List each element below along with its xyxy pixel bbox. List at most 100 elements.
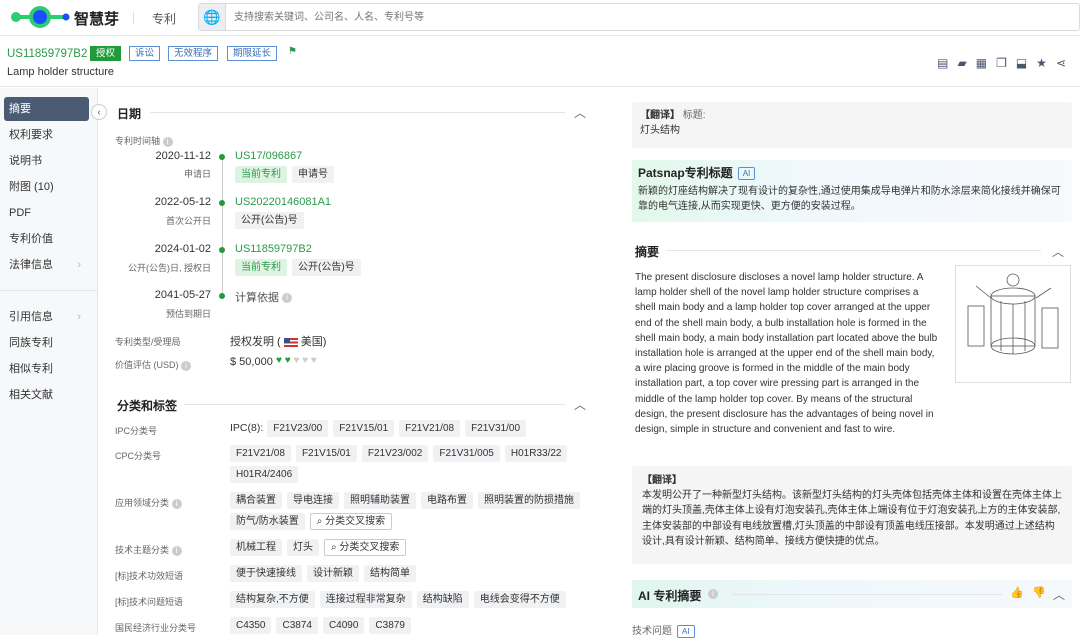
sidebar-item-abstract[interactable]: 摘要 bbox=[4, 97, 89, 121]
timeline-number[interactable]: US11859797B2 bbox=[235, 243, 312, 255]
translate-tag: 【翻译】 bbox=[640, 110, 680, 121]
patent-drawing-thumbnail[interactable] bbox=[955, 265, 1071, 383]
cpc-chip[interactable]: F21V31/005 bbox=[433, 445, 500, 462]
search-input[interactable] bbox=[226, 4, 1026, 30]
timeline-number[interactable]: US17/096867 bbox=[235, 150, 302, 162]
application-list: 耦合装置 导电连接 照明辅助装置 电路布置 照明装置的防损措施防气/防水装置 ⌕ 分类交叉… bbox=[230, 492, 590, 534]
collapse-icon[interactable]: ︿ bbox=[1052, 243, 1064, 260]
chip: 公开(公告)号 bbox=[292, 259, 361, 276]
cpc-chip[interactable]: F21V21/08 bbox=[230, 445, 291, 462]
ipc-chip[interactable]: F21V21/08 bbox=[399, 420, 461, 437]
info-icon[interactable]: i bbox=[162, 136, 173, 147]
thumbs-up-icon[interactable]: 👍 bbox=[1010, 586, 1024, 599]
copy-icon[interactable]: ❐ bbox=[996, 56, 1007, 70]
tag-chip[interactable]: 结构复杂,不方便 bbox=[230, 591, 315, 608]
timeline-date: 2041-05-27 bbox=[154, 289, 211, 301]
tag-chip[interactable]: 连接过程非常复杂 bbox=[319, 591, 412, 608]
tag-chip[interactable]: 结构简单 bbox=[364, 565, 416, 582]
sidebar-item-figures[interactable]: 附图 (10) bbox=[4, 175, 89, 199]
document-icon[interactable]: ▦ bbox=[976, 56, 987, 70]
search-bar: 🌐 bbox=[198, 3, 1080, 31]
tag-chip[interactable]: 电路布置 bbox=[421, 492, 473, 509]
sidebar-item-claims[interactable]: 权利要求 bbox=[4, 123, 89, 147]
timeline-desc: 申请日 bbox=[183, 169, 211, 179]
cpc-chip[interactable]: F21V15/01 bbox=[295, 445, 357, 462]
timeline-desc: 预估到期日 bbox=[165, 309, 211, 319]
pdf-download-icon[interactable]: ▤ bbox=[937, 56, 948, 70]
ipc-chip[interactable]: F21V23/00 bbox=[267, 420, 329, 437]
ai-summary-heading: AI 专利摘要 bbox=[638, 589, 702, 603]
application-label: 应用领域分类 i bbox=[115, 496, 182, 509]
cpc-chip[interactable]: F21V23/002 bbox=[361, 445, 429, 462]
thumbs-down-icon[interactable]: 👎 bbox=[1032, 586, 1046, 599]
person-icon[interactable]: ⚑ bbox=[288, 46, 297, 57]
patent-number[interactable]: US11859797B2 bbox=[7, 48, 87, 60]
cross-search-button[interactable]: ⌕ 分类交叉搜索 bbox=[309, 513, 393, 530]
sidebar-item-related[interactable]: 相关文献 bbox=[4, 383, 89, 407]
star-icon[interactable]: ★ bbox=[1036, 56, 1047, 70]
cpc-chip[interactable]: H01R4/2406 bbox=[230, 466, 299, 483]
collapse-icon[interactable]: ︿ bbox=[574, 396, 586, 413]
sidebar-item-value[interactable]: 专利价值 bbox=[4, 227, 89, 251]
tag-chip[interactable]: C3874 bbox=[276, 617, 318, 634]
sidebar-item-citations[interactable]: 引用信息 › bbox=[4, 305, 89, 329]
cpc-chip[interactable]: H01R33/22 bbox=[504, 445, 568, 462]
cpc-list: F21V21/08 F21V15/01 F21V23/002 F21V31/005 H0… bbox=[230, 445, 590, 487]
search-icon: ⌕ bbox=[331, 542, 337, 553]
sidebar-item-pdf[interactable]: PDF bbox=[4, 201, 89, 225]
divider bbox=[184, 404, 565, 405]
tag-chip[interactable]: 照明辅助装置 bbox=[344, 492, 416, 509]
tag-litigation[interactable]: 诉讼 bbox=[129, 46, 161, 61]
tag-invalidation[interactable]: 无效程序 bbox=[168, 46, 219, 61]
info-icon[interactable]: i bbox=[181, 360, 192, 371]
tag-chip[interactable]: 照明装置的防损措施 bbox=[478, 492, 580, 509]
patsnap-title-box: Patsnap专利标题 AI 新颖的灯座结构解决了现有设计的复杂性,通过使用集成导… bbox=[632, 160, 1072, 222]
ipc-chip[interactable]: F21V31/00 bbox=[465, 420, 527, 437]
chevron-right-icon: › bbox=[77, 259, 81, 271]
tag-chip[interactable]: 便于快速接线 bbox=[230, 565, 302, 582]
collapse-sidebar-button[interactable]: ‹ bbox=[91, 104, 107, 120]
info-icon[interactable]: i bbox=[708, 589, 718, 599]
ipc-chip[interactable]: F21V15/01 bbox=[333, 420, 395, 437]
ai-badge: AI bbox=[737, 167, 756, 181]
timeline-line bbox=[222, 157, 223, 297]
topic-label: 技术主题分类 i bbox=[115, 543, 182, 556]
timeline-date: 2024-01-02 bbox=[154, 243, 211, 255]
problem-label: [标]技术问题短语 bbox=[115, 597, 184, 607]
timeline-number[interactable]: US20220146081A1 bbox=[235, 196, 331, 208]
info-icon[interactable]: i bbox=[171, 498, 182, 509]
info-icon[interactable]: i bbox=[282, 293, 293, 304]
share-icon[interactable]: ⋖ bbox=[1056, 56, 1066, 70]
tag-chip[interactable]: C4350 bbox=[230, 617, 272, 634]
patent-title: Lamp holder structure bbox=[7, 66, 114, 78]
cpc-label: CPC分类号 bbox=[115, 451, 162, 461]
logo-icon[interactable] bbox=[10, 5, 72, 29]
tech-problem-label: 技术问题 AI bbox=[632, 622, 695, 638]
tag-chip[interactable]: C4090 bbox=[322, 617, 365, 634]
tag-chip[interactable]: 结构缺陷 bbox=[416, 591, 469, 608]
sidebar-item-description[interactable]: 说明书 bbox=[4, 149, 89, 173]
collapse-icon[interactable]: ︿ bbox=[1053, 586, 1065, 603]
tag-chip[interactable]: 机械工程 bbox=[230, 539, 282, 556]
sidebar-item-legal[interactable]: 法律信息 › bbox=[4, 253, 89, 277]
tag-chip[interactable]: 防气/防水装置 bbox=[230, 513, 305, 530]
tag-term-extension[interactable]: 期限延长 bbox=[227, 46, 278, 61]
tag-chip[interactable]: 设计新颖 bbox=[307, 565, 359, 582]
globe-icon[interactable]: 🌐 bbox=[199, 4, 226, 30]
tag-chip[interactable]: 电线会变得不方便 bbox=[473, 591, 566, 608]
translated-title: 灯头结构 bbox=[640, 125, 680, 137]
export-icon[interactable]: ⬓ bbox=[1016, 56, 1027, 70]
tag-chip[interactable]: 导电连接 bbox=[287, 492, 339, 509]
sidebar-item-similar[interactable]: 相似专利 bbox=[4, 357, 89, 381]
sidebar-item-label: 法律信息 bbox=[9, 259, 53, 271]
info-icon[interactable]: i bbox=[171, 545, 182, 556]
folder-icon[interactable]: ▰ bbox=[957, 56, 966, 70]
sidebar-item-family[interactable]: 同族专利 bbox=[4, 331, 89, 355]
tag-chip[interactable]: 灯头 bbox=[287, 539, 319, 556]
tag-chip[interactable]: 耦合装置 bbox=[230, 492, 282, 509]
timeline-dot bbox=[219, 293, 225, 299]
tag-chip[interactable]: C3879 bbox=[369, 617, 411, 634]
cross-search-button[interactable]: ⌕ 分类交叉搜索 bbox=[324, 539, 407, 556]
module-patent[interactable]: 专利 bbox=[152, 10, 176, 27]
collapse-icon[interactable]: ︿ bbox=[574, 104, 586, 121]
